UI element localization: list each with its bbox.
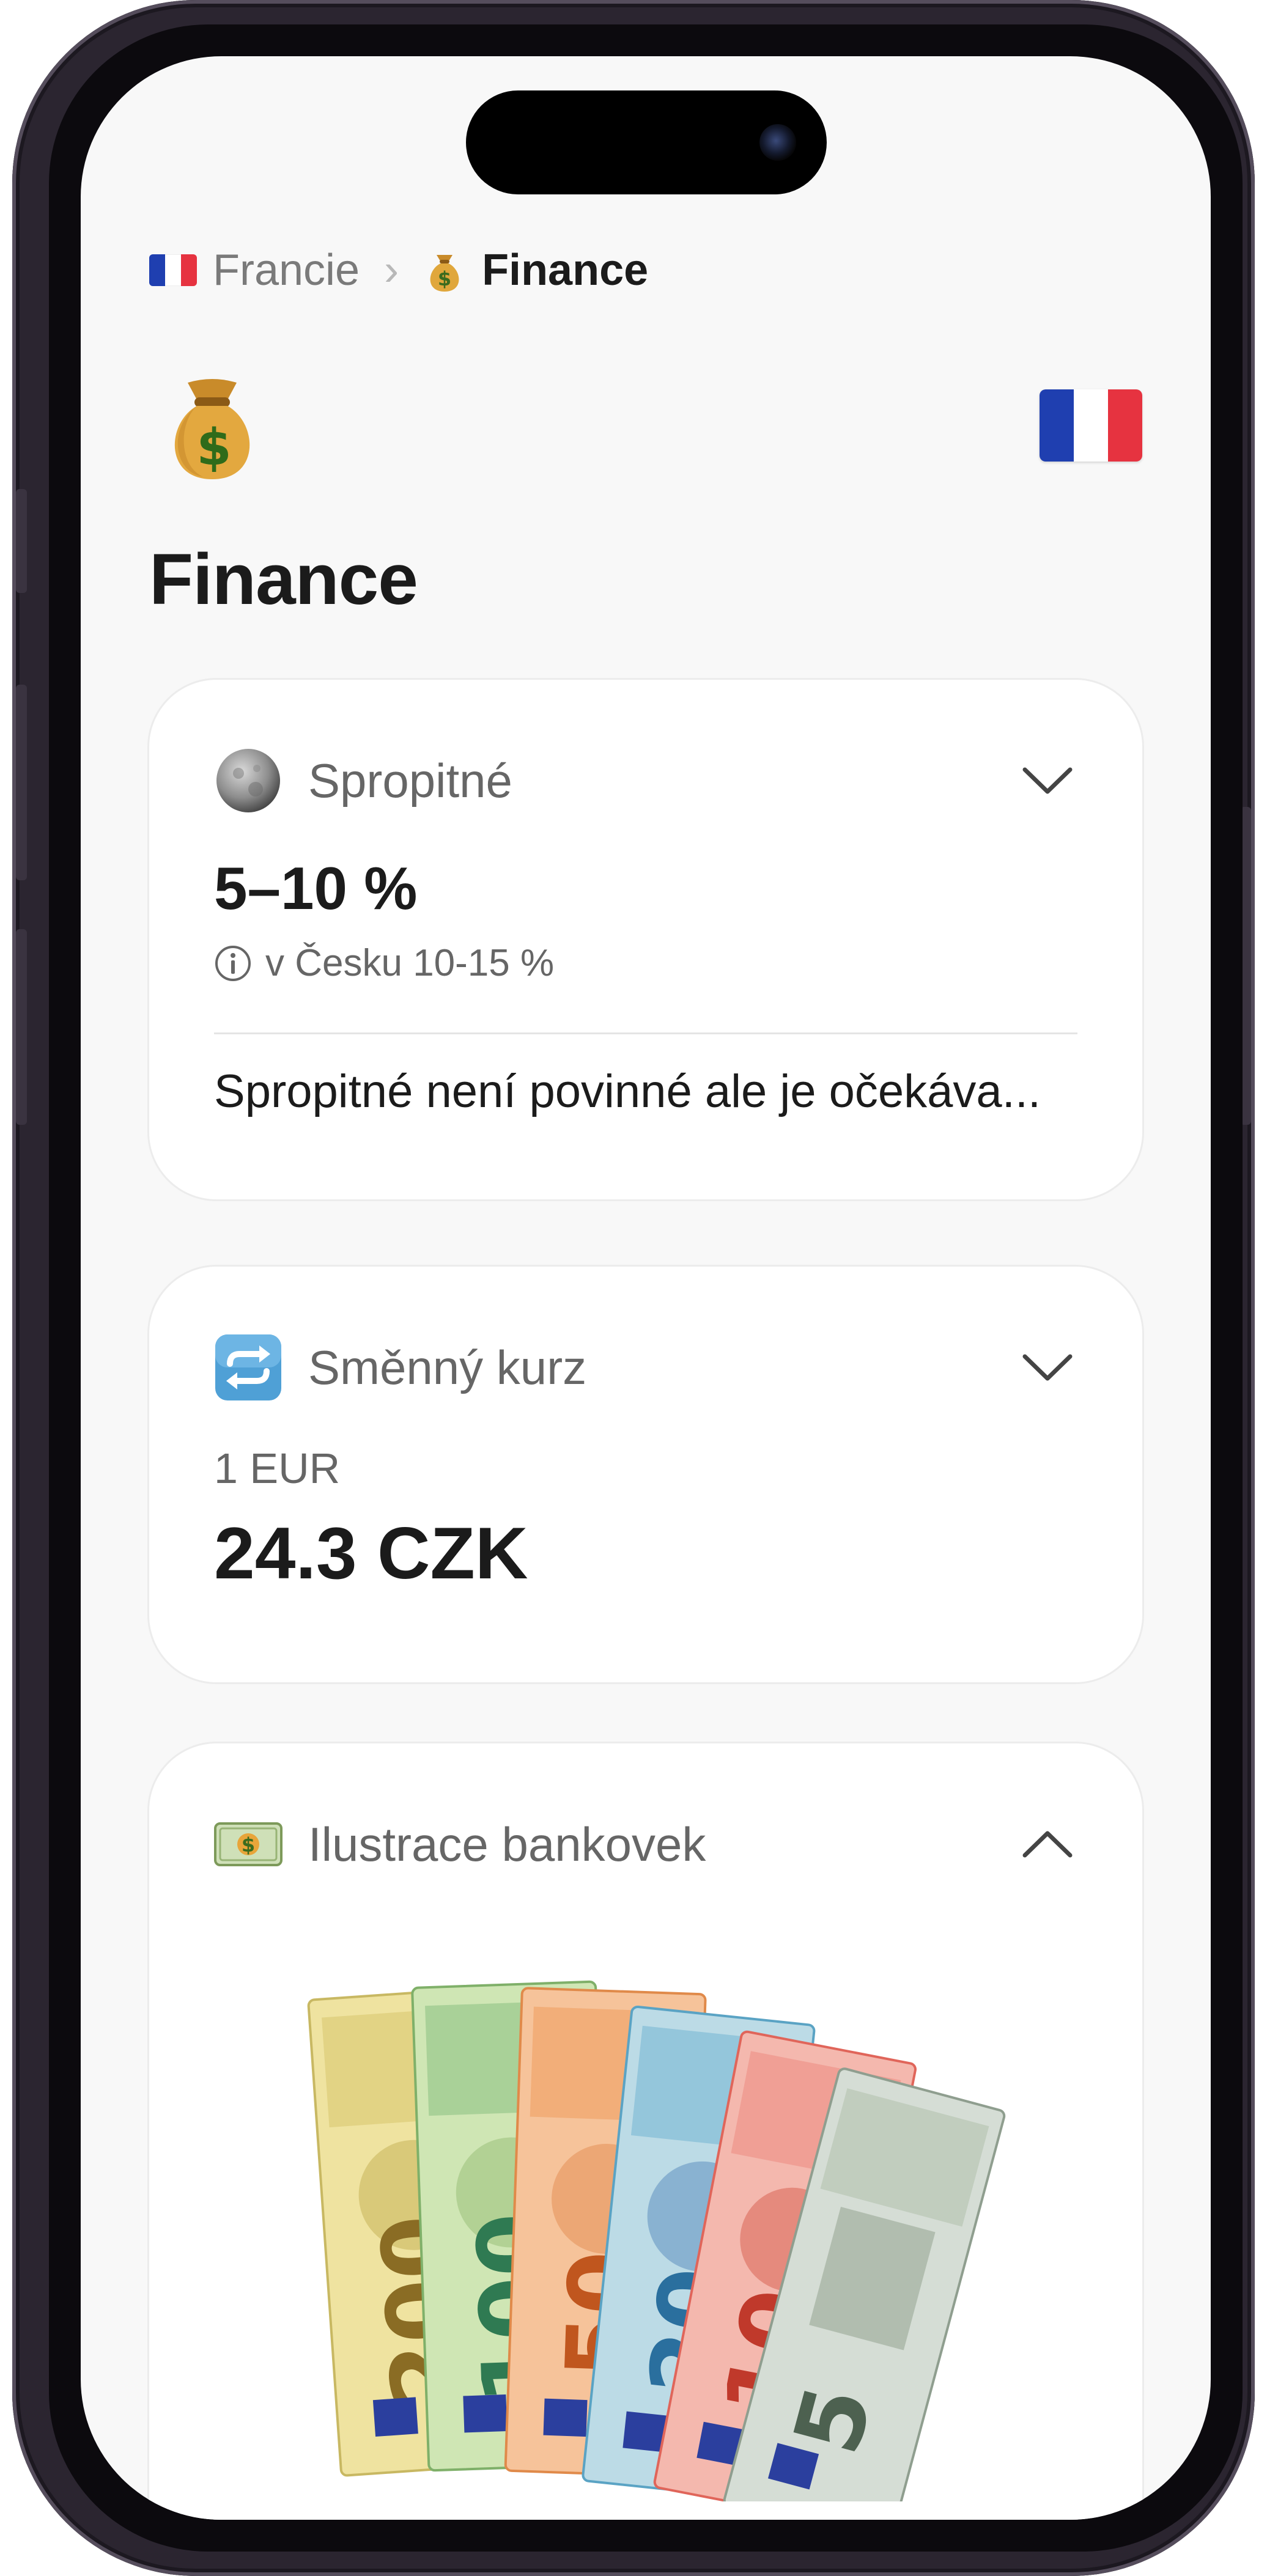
- tip-card-header: Spropitné: [214, 744, 512, 817]
- info-icon: [215, 945, 251, 981]
- divider: [214, 1032, 1077, 1034]
- tip-note: v Česku 10-15 %: [214, 941, 554, 985]
- svg-text:$: $: [438, 267, 451, 290]
- money-bag-icon: $: [430, 255, 459, 292]
- tip-value: 5–10 %: [214, 855, 418, 922]
- phone-frame: Francie › $ Finance $ Finance Spropitné …: [12, 0, 1255, 2576]
- tip-card[interactable]: Spropitné 5–10 % v Česku 10-15 % Spropit…: [149, 680, 1142, 1199]
- breadcrumb: Francie › $ Finance: [149, 240, 648, 301]
- france-flag-icon: [149, 254, 197, 286]
- volume-up-button: [16, 685, 27, 880]
- moon-icon: [214, 746, 283, 815]
- svg-text:$: $: [242, 1833, 255, 1857]
- exchange-base: 1 EUR: [214, 1444, 341, 1492]
- camera-icon: [759, 124, 796, 161]
- banknotes-card[interactable]: $ Ilustrace bankovek 200 5: [149, 1743, 1142, 2520]
- svg-text:$: $: [196, 419, 231, 477]
- tip-description: Spropitné není povinné ale je očekáva...: [214, 1065, 1041, 1117]
- dollar-banknote-icon: $: [214, 1810, 283, 1879]
- tip-note-text: v Česku 10-15 %: [265, 942, 555, 984]
- money-bag-icon: $: [174, 379, 250, 479]
- france-flag-icon: [1040, 389, 1142, 462]
- chevron-down-icon[interactable]: [1020, 756, 1075, 805]
- exchange-rate-card[interactable]: Směnný kurz 1 EUR 24.3 CZK: [149, 1267, 1142, 1682]
- exchange-card-label: Směnný kurz: [308, 1340, 587, 1394]
- banknotes-card-header: $ Ilustrace bankovek: [214, 1808, 706, 1881]
- chevron-up-icon[interactable]: [1020, 1820, 1075, 1869]
- repeat-arrows-icon: [214, 1333, 283, 1402]
- breadcrumb-current: Finance: [482, 246, 649, 295]
- breadcrumb-country-link[interactable]: Francie: [213, 245, 360, 295]
- tip-card-label: Spropitné: [308, 753, 512, 808]
- exchange-value: 24.3 CZK: [214, 1512, 528, 1594]
- screen: Francie › $ Finance $ Finance Spropitné …: [81, 56, 1211, 2520]
- dynamic-island: [466, 90, 827, 194]
- volume-down-button: [16, 929, 27, 1125]
- exchange-card-header: Směnný kurz: [214, 1331, 586, 1404]
- breadcrumb-separator: ›: [384, 246, 399, 295]
- action-button: [16, 489, 27, 593]
- chevron-down-icon[interactable]: [1020, 1343, 1075, 1392]
- page-title: Finance: [149, 539, 418, 620]
- euro-banknotes-image: 200 100 50: [307, 1980, 1006, 2501]
- banknotes-card-label: Ilustrace bankovek: [308, 1817, 706, 1871]
